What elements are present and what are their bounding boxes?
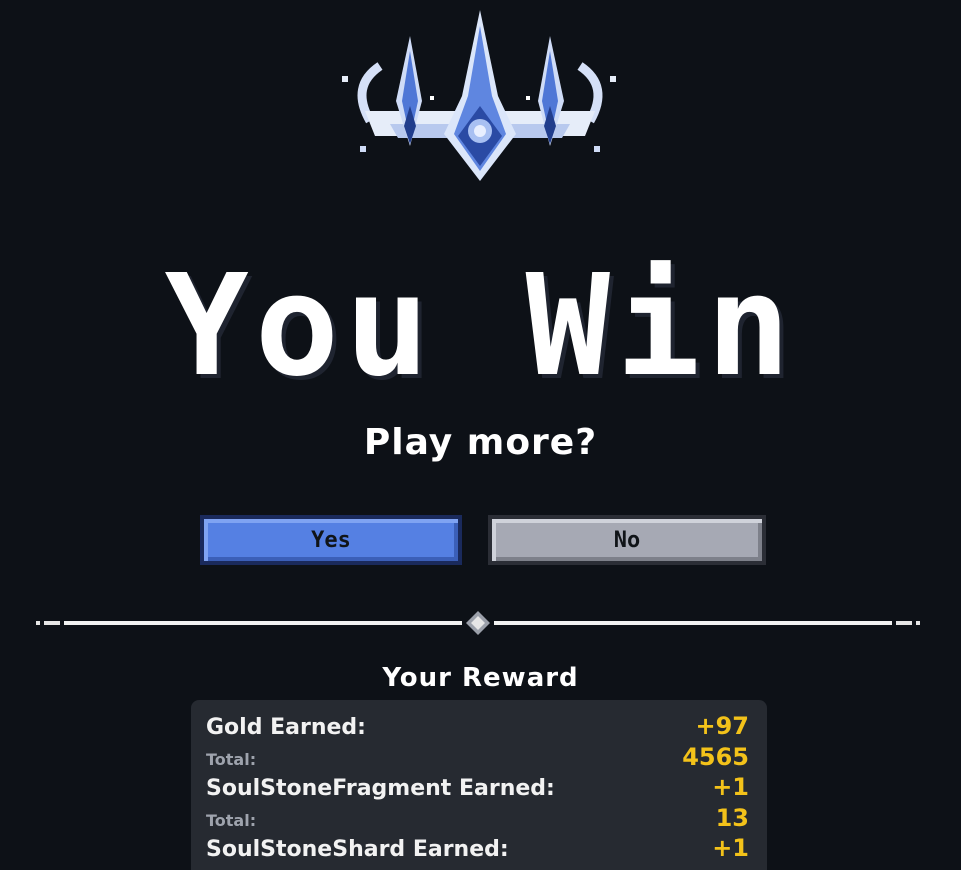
fragment-total-row: Total: 13 (206, 804, 749, 834)
no-button-label: No (613, 527, 641, 553)
gold-earned-label: Gold Earned: (206, 715, 366, 740)
fragment-total-label: Total: (206, 811, 257, 830)
section-divider (36, 611, 920, 635)
fragment-earned-label: SoulStoneFragment Earned: (206, 776, 555, 801)
win-title: You Win (164, 245, 797, 408)
gold-earned-row: Gold Earned: +97 (206, 712, 749, 743)
yes-button[interactable]: Yes (200, 515, 462, 565)
shard-earned-value: +1 (712, 834, 749, 862)
fragment-total-value: 13 (715, 804, 749, 832)
gold-total-value: 4565 (682, 743, 749, 771)
gold-earned-value: +97 (695, 712, 749, 740)
fragment-earned-row: SoulStoneFragment Earned: +1 (206, 773, 749, 804)
shard-earned-label: SoulStoneShard Earned: (206, 837, 509, 862)
gold-total-row: Total: 4565 (206, 743, 749, 773)
shard-earned-row: SoulStoneShard Earned: +1 (206, 834, 749, 865)
diamond-ornament-icon (466, 611, 490, 635)
reward-panel: Gold Earned: +97 Total: 4565 SoulStoneFr… (191, 700, 767, 870)
crown-icon (342, 10, 616, 181)
yes-button-label: Yes (311, 527, 351, 553)
fragment-earned-value: +1 (712, 773, 749, 801)
reward-title: Your Reward (382, 663, 579, 693)
gold-total-label: Total: (206, 750, 257, 769)
play-more-prompt: Play more? (363, 422, 598, 463)
no-button[interactable]: No (488, 515, 766, 565)
